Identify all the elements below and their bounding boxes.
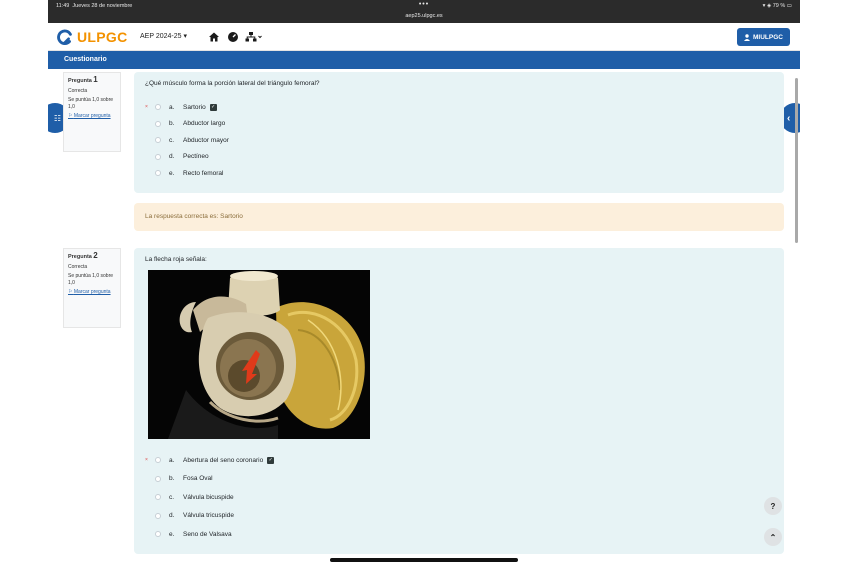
- profile-button-label: MIULPGC: [753, 33, 783, 41]
- answer-option[interactable]: d. Pectíneo: [145, 149, 229, 166]
- question-content: ¿Qué músculo forma la porción lateral de…: [134, 72, 784, 193]
- radio-button[interactable]: [155, 494, 161, 501]
- back-to-top-button[interactable]: ⌃: [764, 528, 782, 546]
- top-navbar: ULPGC AEP 2024-25 ▾ MIULPGC: [48, 23, 800, 51]
- question-number: Pregunta 2: [68, 251, 98, 261]
- question-text: ¿Qué músculo forma la porción lateral de…: [145, 80, 320, 87]
- radio-button[interactable]: [155, 170, 161, 177]
- correct-check-icon: ✓: [267, 456, 275, 464]
- radio-button[interactable]: [155, 512, 161, 519]
- flag-icon: ⚐: [68, 113, 73, 119]
- radio-button[interactable]: [155, 531, 161, 538]
- dashboard-icon[interactable]: [227, 31, 239, 43]
- answer-option[interactable]: b. Fosa Oval: [145, 471, 274, 488]
- drawer-grid-icon: ☷: [53, 113, 61, 123]
- answer-option[interactable]: e. Seno de Valsava: [145, 526, 274, 543]
- page-title: Cuestionario: [64, 56, 107, 63]
- answer-list: × a. Sartorio ✓ b. Abductor largo c. Abductor…: [145, 99, 229, 182]
- radio-button[interactable]: [155, 104, 161, 111]
- help-button[interactable]: ?: [764, 497, 782, 515]
- answer-list: × a. Abertura del seno coronario ✓ b. Fosa O…: [145, 452, 275, 543]
- selected-mark-icon: ×: [145, 104, 148, 111]
- logo-text: ULPGC: [77, 29, 128, 45]
- answer-option[interactable]: × a. Abertura del seno coronario ✓: [145, 452, 275, 469]
- user-icon: [744, 33, 751, 41]
- profile-button[interactable]: MIULPGC: [737, 28, 790, 46]
- tablet-screen: 11:49 Jueves 28 de noviembre ••• aep25.u…: [48, 0, 800, 565]
- question-number: Pregunta 1: [68, 75, 98, 85]
- answer-option[interactable]: e. Recto femoral: [145, 165, 229, 182]
- home-icon[interactable]: [208, 31, 220, 43]
- status-bar: 11:49 Jueves 28 de noviembre ••• aep25.u…: [48, 0, 800, 23]
- page-header-bar: Cuestionario: [48, 51, 800, 69]
- answer-option[interactable]: b. Abductor largo: [145, 116, 229, 133]
- radio-button[interactable]: [155, 137, 161, 144]
- question-info: Pregunta 1 Correcta Se puntúa 1,0 sobre …: [63, 72, 121, 152]
- chevron-left-icon: ‹: [787, 112, 791, 124]
- help-icon: ?: [770, 501, 776, 511]
- question-info: Pregunta 2 Correcta Se puntúa 1,0 sobre …: [63, 248, 121, 328]
- ulpgc-logo-mark-icon: [57, 29, 72, 45]
- radio-button[interactable]: [155, 153, 161, 160]
- sitemap-icon[interactable]: [245, 31, 263, 43]
- answer-option[interactable]: d. Válvula tricuspide: [145, 508, 274, 525]
- home-indicator[interactable]: [330, 558, 518, 562]
- flag-question-link[interactable]: ⚐ Marcar pregunta: [68, 289, 116, 296]
- address-url[interactable]: aep25.ulpgc.es: [48, 13, 800, 19]
- scrollbar[interactable]: [795, 78, 798, 243]
- answer-option[interactable]: × a. Sartorio ✓: [145, 99, 229, 116]
- multitask-dots[interactable]: •••: [48, 1, 800, 8]
- answer-option[interactable]: c. Abductor mayor: [145, 132, 229, 149]
- correct-check-icon: ✓: [209, 103, 217, 111]
- question-text: La flecha roja señala:: [145, 256, 207, 263]
- radio-button[interactable]: [155, 475, 161, 482]
- question-status: Correcta: [68, 263, 88, 270]
- question-score: Se puntúa 1,0 sobre 1,0: [68, 273, 114, 286]
- correct-answer-feedback: La respuesta correcta es: Sartorio: [134, 203, 784, 231]
- selected-mark-icon: ×: [145, 457, 148, 464]
- feedback-text: La respuesta correcta es: Sartorio: [145, 213, 243, 220]
- ulpgc-logo[interactable]: ULPGC: [56, 27, 128, 47]
- battery-indicator: ▾ ◈ 79 % ▭: [762, 3, 792, 9]
- heart-specimen-image: [148, 270, 370, 439]
- radio-button[interactable]: [155, 120, 161, 127]
- chevron-up-icon: ⌃: [769, 532, 777, 542]
- flag-question-link[interactable]: ⚐ Marcar pregunta: [68, 113, 116, 120]
- question-score: Se puntúa 1,0 sobre 1,0: [68, 97, 114, 110]
- flag-icon: ⚐: [68, 289, 73, 295]
- course-menu[interactable]: AEP 2024-25 ▾: [140, 32, 187, 40]
- question-content: La flecha roja señala: × a. Abertura del…: [134, 248, 784, 554]
- radio-button[interactable]: [155, 457, 161, 464]
- answer-option[interactable]: c. Válvula bicuspide: [145, 489, 274, 506]
- question-status: Correcta: [68, 87, 88, 94]
